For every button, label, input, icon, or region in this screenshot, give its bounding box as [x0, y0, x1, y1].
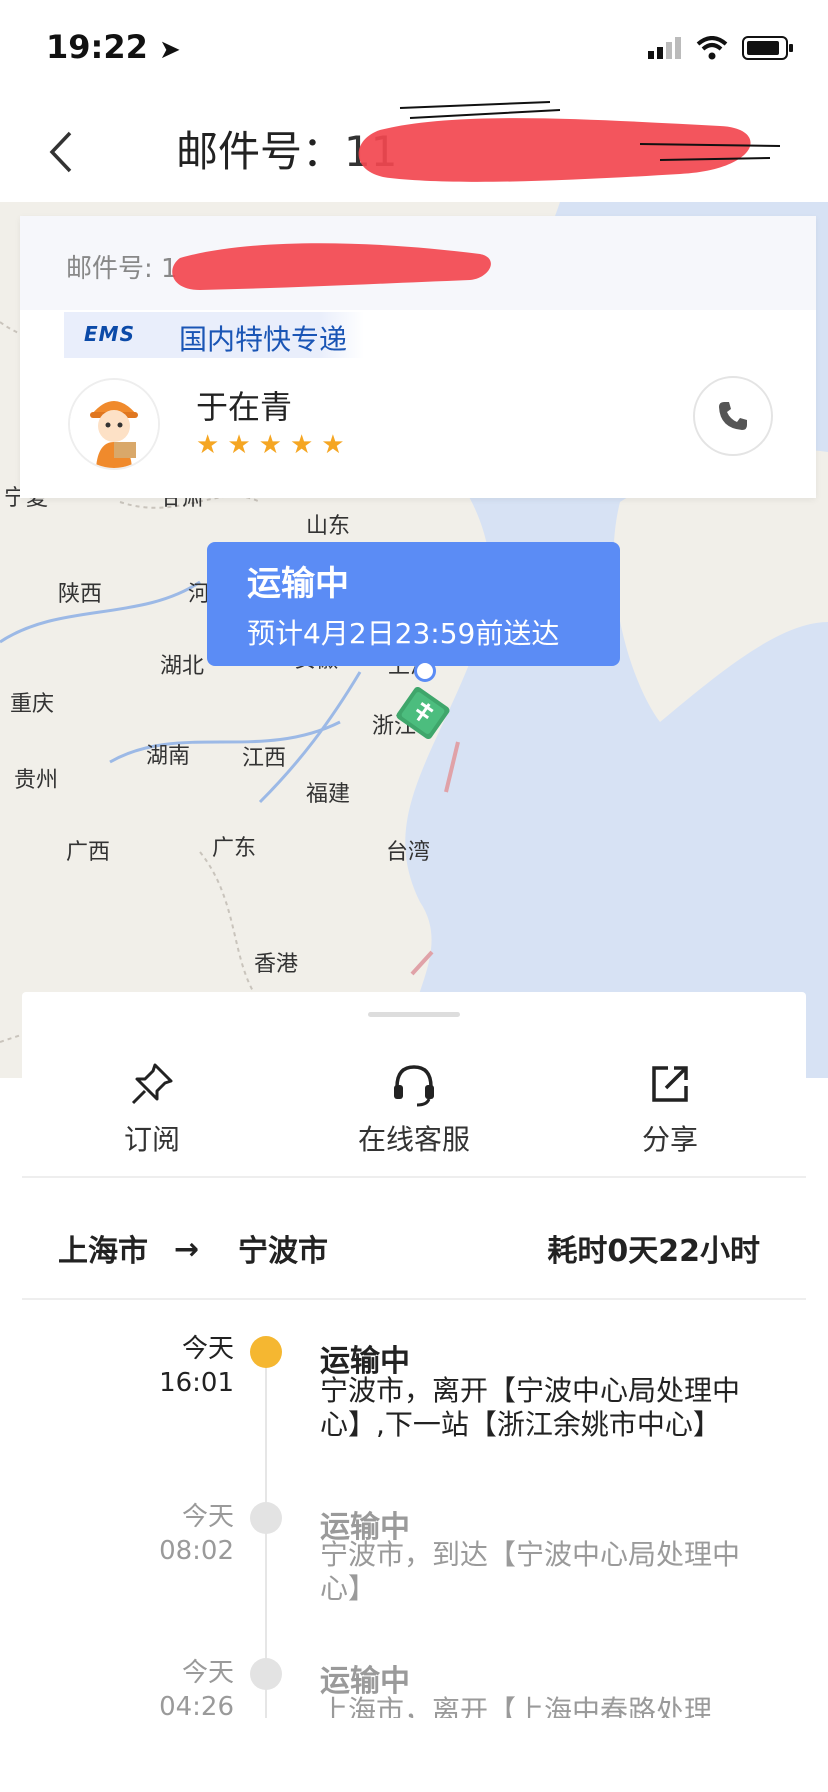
map-label: 福建: [306, 782, 351, 807]
event-status-dot: [250, 1502, 282, 1534]
share-icon: [652, 1066, 688, 1102]
courier-name: 于在青: [196, 388, 293, 426]
location-pin: [414, 660, 436, 682]
map-label: 山东: [306, 514, 351, 539]
tracking-sheet: 订阅 在线客服 分享 上海市 → 宁波市 耗时0天22小时 今天 16:01 运…: [22, 992, 806, 1792]
route-destination: 宁波市: [238, 1234, 328, 1269]
star-icon: ★: [227, 430, 251, 460]
phone-icon: [719, 402, 747, 430]
map-label: 湖北: [160, 654, 205, 679]
service-badge: EMS 国内特快专递: [64, 312, 364, 358]
chevron-left-icon: [49, 131, 72, 173]
event-time: 16:01: [159, 1368, 234, 1398]
map-label: 重庆: [10, 692, 55, 717]
courier-avatar-icon: [70, 380, 158, 468]
status-icons: [648, 36, 794, 60]
map-label: 广西: [66, 840, 111, 865]
call-courier-button[interactable]: [693, 376, 773, 456]
subscribe-label: 订阅: [123, 1123, 180, 1156]
event-day: 今天: [181, 1658, 234, 1688]
mail-number-label: 邮件号: 1: [66, 254, 178, 284]
event-date: 今天 16:01: [114, 1332, 234, 1400]
share-button[interactable]: 分享: [590, 1058, 750, 1158]
subscribe-button[interactable]: 订阅: [72, 1058, 232, 1158]
event-day: 今天: [181, 1502, 234, 1532]
event-date: 今天 08:02: [114, 1500, 234, 1568]
status-time: 19:22 ➤: [46, 28, 181, 66]
star-icon: ★: [196, 430, 220, 460]
sheet-drag-handle[interactable]: [368, 1012, 460, 1017]
map-label: 湖南: [146, 744, 191, 769]
service-name: 国内特快专递: [179, 323, 348, 356]
headset-icon: [394, 1065, 434, 1107]
back-button[interactable]: [36, 122, 86, 182]
redaction-scribble: [358, 101, 780, 182]
rating-stars: ★ ★ ★ ★ ★: [196, 432, 345, 458]
share-label: 分享: [641, 1123, 698, 1156]
redaction-scribble: [172, 243, 491, 290]
map-label: 香港: [254, 952, 299, 977]
courier-card: 邮件号: 1 EMS 国内特快专递 于在青 ★ ★ ★ ★ ★: [20, 216, 816, 498]
event-description: 上海市，离开【上海中春路处理: [320, 1694, 713, 1718]
event-description: 宁波市，离开【宁波中心局处理中心】,下一站【浙江余姚市中心】: [320, 1374, 741, 1441]
delivery-truck-icon: [396, 686, 450, 740]
event-status-dot: [250, 1336, 282, 1368]
event-time: 04:26: [159, 1692, 234, 1722]
star-icon: ★: [258, 430, 282, 460]
map-label: 贵州: [14, 768, 59, 793]
wifi-icon: [696, 36, 728, 60]
divider: [22, 1176, 806, 1178]
status-bar: 19:22 ➤: [0, 0, 828, 100]
star-icon: ★: [321, 430, 345, 460]
battery-icon: [742, 36, 793, 60]
pin-icon: [131, 1063, 173, 1105]
event-description: 宁波市，到达【宁波中心局处理中心】: [320, 1538, 741, 1605]
customer-service-button[interactable]: 在线客服: [334, 1058, 494, 1158]
divider: [22, 1298, 806, 1300]
courier-avatar: [68, 378, 160, 470]
customer-service-label: 在线客服: [357, 1123, 470, 1156]
map-label: 台湾: [386, 840, 431, 865]
mail-number-row: 邮件号: 1: [20, 216, 816, 310]
location-arrow-icon: ➤: [159, 35, 181, 65]
event-day: 今天: [181, 1334, 234, 1364]
bubble-eta: 预计4月2日23:59前送达: [247, 617, 560, 650]
event-date: 今天 04:26: [114, 1656, 234, 1724]
event-time: 08:02: [159, 1536, 234, 1566]
map-label: 广东: [212, 836, 257, 861]
map-label: 江西: [242, 746, 287, 771]
nav-bar: 邮件号：11: [0, 100, 828, 202]
status-bubble: 运输中 预计4月2日23:59前送达: [207, 542, 620, 666]
event-status-dot: [250, 1658, 282, 1690]
bubble-status: 运输中: [247, 564, 349, 604]
route-arrow-icon: →: [174, 1232, 200, 1267]
star-icon: ★: [289, 430, 314, 460]
ems-logo: EMS: [84, 322, 135, 346]
page-title-prefix: 邮件号：: [176, 127, 345, 176]
route-duration: 耗时0天22小时: [547, 1234, 760, 1269]
map-label: 陕西: [58, 582, 103, 607]
cellular-signal-icon: [648, 37, 681, 59]
route-origin: 上海市: [58, 1234, 148, 1269]
clock-time: 19:22: [46, 28, 148, 66]
